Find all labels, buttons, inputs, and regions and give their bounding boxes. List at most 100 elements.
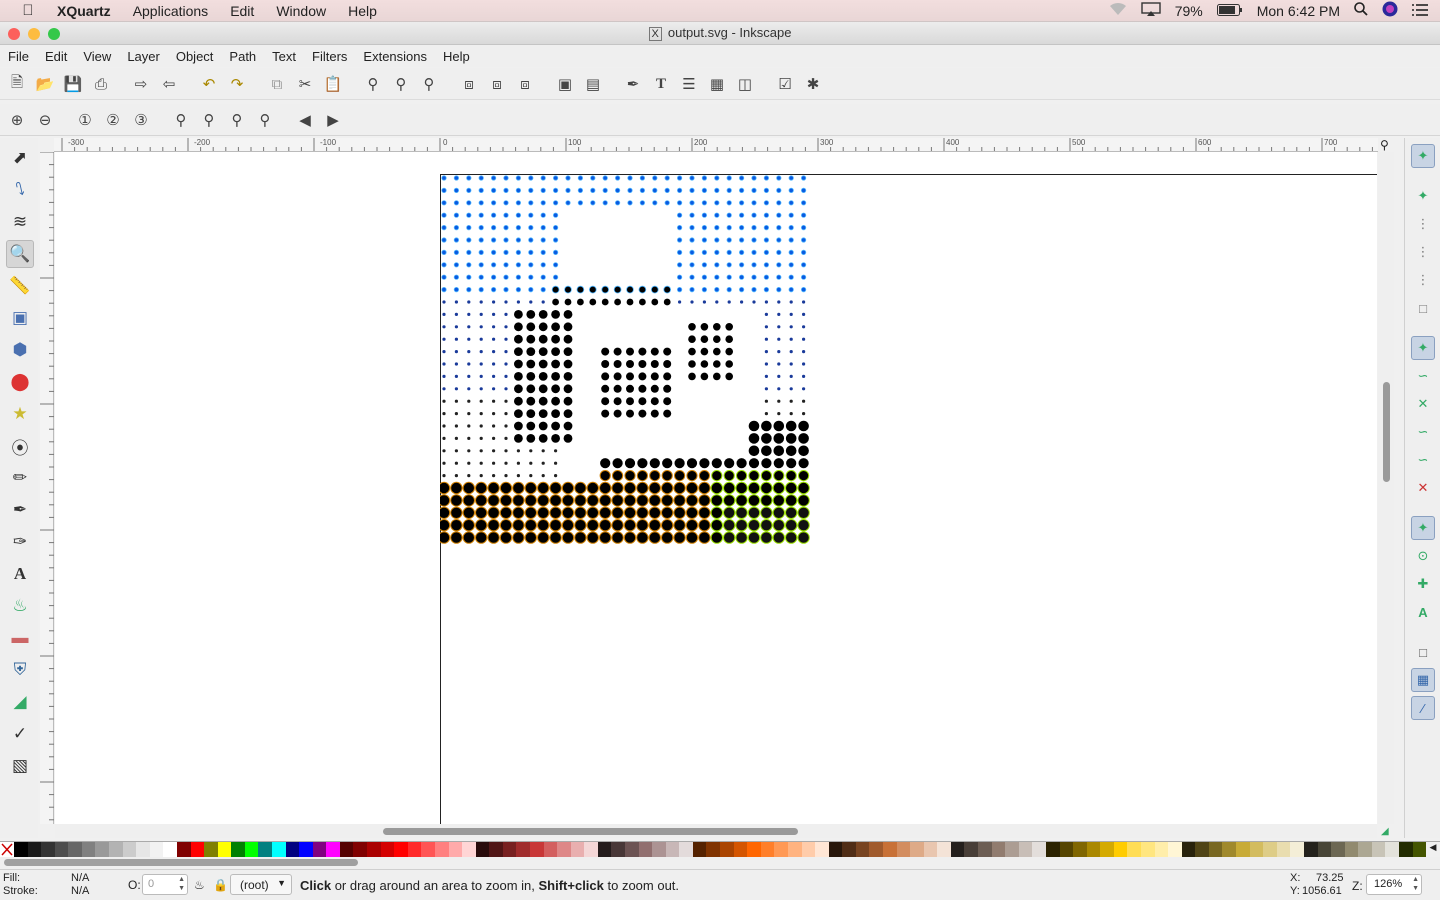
xml-editor-icon[interactable]: ▦: [706, 73, 728, 95]
color-swatch[interactable]: [978, 842, 992, 857]
color-swatch[interactable]: [109, 842, 123, 857]
color-swatch[interactable]: [1317, 842, 1332, 857]
color-swatch[interactable]: [27, 842, 42, 857]
drawing-canvas[interactable]: [55, 152, 1377, 824]
duplicate-icon[interactable]: ⧈: [458, 73, 480, 95]
color-swatch[interactable]: [1032, 842, 1046, 857]
paint-bucket-tool-icon[interactable]: ⛨: [6, 656, 34, 684]
export-icon[interactable]: ⇦: [158, 73, 180, 95]
zoom-2-1-icon[interactable]: ③: [130, 109, 152, 131]
horizontal-scrollbar[interactable]: [55, 824, 1377, 838]
lock-layer-icon[interactable]: ♨: [194, 878, 205, 892]
color-swatch[interactable]: [231, 842, 245, 857]
snap-bbox-icon[interactable]: ✦: [1411, 184, 1435, 208]
color-swatch[interactable]: [1276, 842, 1291, 857]
color-swatch[interactable]: [54, 842, 69, 857]
color-swatch[interactable]: [1249, 842, 1264, 857]
pencil-tool-icon[interactable]: ✏: [6, 464, 34, 492]
snap-bbox-corner-icon[interactable]: ⋮: [1411, 240, 1435, 264]
color-swatch[interactable]: [1005, 842, 1019, 857]
cut-icon[interactable]: ✂: [294, 73, 316, 95]
color-swatch[interactable]: [625, 842, 639, 857]
color-swatch[interactable]: [367, 842, 381, 857]
color-swatch[interactable]: [652, 842, 666, 857]
document-properties-icon[interactable]: ☑: [774, 73, 796, 95]
measure-tool-icon[interactable]: 📏: [6, 272, 34, 300]
zoom-page-icon[interactable]: ⚲: [226, 109, 248, 131]
snap-rotation-center-icon[interactable]: ✚: [1411, 572, 1435, 596]
zoom-1-2-icon[interactable]: ②: [102, 109, 124, 131]
color-swatch[interactable]: [312, 842, 327, 857]
copy-icon[interactable]: ⧉: [266, 73, 288, 95]
menu-text[interactable]: Text: [264, 49, 304, 64]
snap-text-baseline-icon[interactable]: A: [1411, 600, 1435, 624]
color-swatch[interactable]: [584, 842, 598, 857]
menu-object[interactable]: Object: [168, 49, 222, 64]
color-swatch[interactable]: [1398, 842, 1413, 857]
spiral-tool-icon[interactable]: ⦿: [6, 432, 34, 460]
3d-box-tool-icon[interactable]: ⬢: [6, 336, 34, 364]
snap-bbox-midpoint-icon[interactable]: ⋮: [1411, 268, 1435, 292]
color-swatch[interactable]: [787, 842, 802, 857]
preferences-icon[interactable]: ✱: [802, 73, 824, 95]
opacity-spinbox[interactable]: 0 ▲ ▼: [142, 874, 188, 895]
color-swatch[interactable]: [68, 842, 82, 857]
color-swatch[interactable]: [1086, 842, 1101, 857]
calligraphy-tool-icon[interactable]: ✑: [6, 528, 34, 556]
airplay-icon[interactable]: [1141, 2, 1161, 19]
spin-arrows-icon[interactable]: ▲ ▼: [178, 875, 185, 893]
menu-view[interactable]: View: [75, 49, 119, 64]
color-swatch[interactable]: [41, 842, 55, 857]
color-swatch[interactable]: [516, 842, 530, 857]
snap-enable-icon[interactable]: ✦: [1411, 144, 1435, 168]
menu-window[interactable]: Window: [265, 3, 337, 19]
battery-percent[interactable]: 79%: [1175, 3, 1203, 19]
color-swatch[interactable]: [190, 842, 205, 857]
color-swatch[interactable]: [883, 842, 897, 857]
color-swatch[interactable]: [679, 842, 693, 857]
color-swatch[interactable]: [502, 842, 517, 857]
menu-edit[interactable]: Edit: [37, 49, 75, 64]
color-swatch[interactable]: [869, 842, 883, 857]
color-swatch[interactable]: [1208, 842, 1223, 857]
color-swatch[interactable]: [1100, 842, 1114, 857]
color-swatch[interactable]: [760, 842, 775, 857]
halftone-image[interactable]: [440, 174, 820, 554]
color-swatch[interactable]: [1331, 842, 1345, 857]
menu-layer[interactable]: Layer: [119, 49, 168, 64]
align-distribute-icon[interactable]: ◫: [734, 73, 756, 95]
node-tool-icon[interactable]: ⭛: [6, 176, 34, 204]
snap-grid-icon[interactable]: ▦: [1411, 668, 1435, 692]
color-swatch[interactable]: [448, 842, 463, 857]
ungroup-icon[interactable]: ▤: [582, 73, 604, 95]
color-swatch[interactable]: [14, 842, 28, 857]
menu-help[interactable]: Help: [337, 3, 388, 19]
zoom-drawing-icon[interactable]: ⚲: [390, 73, 412, 95]
zoom-drawing-icon[interactable]: ⚲: [198, 109, 220, 131]
selector-tool-icon[interactable]: ⬈: [6, 144, 34, 172]
color-swatch[interactable]: [665, 842, 680, 857]
spray-tool-icon[interactable]: ♨: [6, 592, 34, 620]
color-swatch[interactable]: [489, 842, 503, 857]
color-swatch[interactable]: [421, 842, 435, 857]
battery-icon[interactable]: [1216, 3, 1243, 19]
color-swatch[interactable]: [991, 842, 1006, 857]
color-swatch[interactable]: [720, 842, 734, 857]
color-swatch[interactable]: [815, 842, 829, 857]
wifi-icon[interactable]: [1109, 2, 1127, 19]
minimize-window-button[interactable]: [28, 28, 40, 40]
clone-icon[interactable]: ⧈: [486, 73, 508, 95]
color-swatch[interactable]: [1168, 842, 1182, 857]
color-swatch[interactable]: [81, 842, 96, 857]
vertical-scroll-thumb[interactable]: [1383, 382, 1390, 482]
color-swatch[interactable]: [706, 842, 721, 857]
zoom-1-1-icon[interactable]: ①: [74, 109, 96, 131]
color-swatch[interactable]: [122, 842, 137, 857]
layer-dropdown[interactable]: (root) ▼: [230, 874, 292, 895]
gradient-tool-icon[interactable]: ◢: [6, 688, 34, 716]
redo-icon[interactable]: ↷: [226, 73, 248, 95]
color-swatch[interactable]: [1290, 842, 1304, 857]
paste-icon[interactable]: 📋: [322, 73, 344, 95]
color-swatch[interactable]: [774, 842, 788, 857]
apple-icon[interactable]: : [10, 2, 46, 19]
